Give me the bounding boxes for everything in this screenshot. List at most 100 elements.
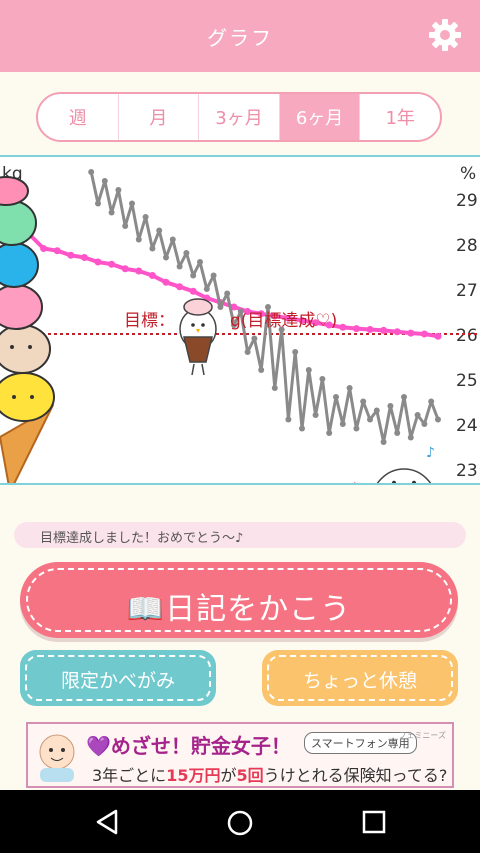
baby-icon <box>39 734 75 782</box>
y-tick-label: 26 <box>456 326 478 346</box>
series-point-1 <box>258 367 265 373</box>
series-point-1 <box>360 398 367 405</box>
app-header: グラフ <box>0 0 480 72</box>
series-point-0 <box>434 332 442 340</box>
series-point-0 <box>176 283 184 291</box>
series-point-1 <box>108 209 115 216</box>
period-tabs: 週 月 3ヶ月 6ヶ月 1年 <box>36 92 442 142</box>
series-point-0 <box>352 325 360 333</box>
series-point-1 <box>333 394 339 400</box>
series-point-1 <box>285 416 292 423</box>
series-point-0 <box>53 247 61 255</box>
write-diary-button[interactable]: 📖日記をかこう <box>20 562 458 638</box>
series-point-1 <box>163 254 169 261</box>
right-unit-label: % <box>460 164 476 184</box>
svg-text:♪: ♪ <box>350 480 359 485</box>
series-point-1 <box>176 263 183 270</box>
series-point-1 <box>135 236 142 243</box>
series-point-1 <box>115 187 122 193</box>
y-tick-label: 28 <box>456 236 478 256</box>
series-point-0 <box>94 258 102 266</box>
series-point-1 <box>339 421 346 427</box>
series-point-1 <box>190 272 197 279</box>
series-point-1 <box>244 349 251 355</box>
series-point-1 <box>407 434 414 441</box>
limited-wallpaper-label: 限定かべがみ <box>60 670 175 692</box>
tab-3months[interactable]: 3ヶ月 <box>199 94 280 140</box>
series-point-0 <box>67 251 75 259</box>
series-point-1 <box>169 236 176 243</box>
series-point-1 <box>387 403 394 409</box>
series-point-1 <box>156 227 163 234</box>
series-line-1 <box>89 171 440 444</box>
series-point-1 <box>203 286 210 292</box>
series-point-0 <box>339 323 347 331</box>
series-point-1 <box>183 250 190 256</box>
series-point-1 <box>367 416 373 423</box>
ad-headline: 💜めざせ！貯金女子！ <box>86 734 291 758</box>
limited-wallpaper-button[interactable]: 限定かべがみ <box>20 650 216 706</box>
tab-month[interactable]: 月 <box>119 94 200 140</box>
series-point-1 <box>88 169 95 175</box>
series-point-1 <box>299 425 305 432</box>
series-point-1 <box>265 304 271 310</box>
series-point-1 <box>224 290 231 297</box>
achievement-message: 目標達成しました！おめでとう～♪ <box>14 522 466 548</box>
series-point-1 <box>210 272 217 279</box>
series-point-0 <box>135 267 143 275</box>
series-point-1 <box>101 178 108 184</box>
write-diary-label: 📖日記をかこう <box>126 592 352 627</box>
series-point-1 <box>129 200 135 207</box>
back-triangle-icon[interactable] <box>92 808 122 836</box>
achievement-text: 目標達成しました！おめでとう～♪ <box>40 531 244 546</box>
tab-6months[interactable]: 6ヶ月 <box>279 94 361 140</box>
y-tick-label: 23 <box>456 461 478 481</box>
series-point-1 <box>380 439 387 445</box>
chart-canvas: kg % 29282726252423 8/169/1610/1611/1512… <box>0 164 480 485</box>
series-point-0 <box>420 330 428 338</box>
take-break-button[interactable]: ちょっと休憩 <box>262 650 458 706</box>
series-point-0 <box>366 326 374 333</box>
series-point-0 <box>40 245 48 252</box>
chicken-sticker <box>179 298 217 376</box>
series-point-1 <box>435 416 441 423</box>
series-point-0 <box>380 326 388 334</box>
series-point-0 <box>148 272 156 279</box>
series-point-1 <box>326 430 333 436</box>
y-tick-label: 24 <box>456 416 478 436</box>
series-point-1 <box>414 412 421 418</box>
series-point-0 <box>393 328 401 336</box>
series-point-1 <box>401 394 407 400</box>
series-point-1 <box>312 412 319 418</box>
gear-icon[interactable] <box>428 18 462 52</box>
series-point-0 <box>121 265 129 273</box>
ad-subline: 3年ごとに15万円が5回うけとれる保険知ってる? <box>92 766 448 785</box>
series-point-1 <box>217 304 224 310</box>
series-point-0 <box>80 254 88 261</box>
bird-sticker: ♪ ♪ ♪ <box>350 445 435 485</box>
svg-text:♪: ♪ <box>426 445 435 461</box>
series-point-1 <box>149 245 156 252</box>
series-point-1 <box>95 200 101 207</box>
series-point-1 <box>394 430 401 436</box>
series-point-0 <box>407 329 415 337</box>
series-point-1 <box>292 349 299 355</box>
series-point-1 <box>373 407 380 414</box>
take-break-label: ちょっと休憩 <box>302 670 417 692</box>
y-tick-label: 27 <box>456 281 478 301</box>
series-point-1 <box>346 385 353 391</box>
ad-banner[interactable]: 💜めざせ！貯金女子！ スマートフォン専用 フェミニーズ 3年ごとに15万円が5回… <box>26 722 454 788</box>
recents-square-icon[interactable] <box>360 808 388 836</box>
home-circle-icon[interactable] <box>225 808 255 838</box>
tab-week[interactable]: 週 <box>38 94 119 140</box>
series-point-1 <box>271 385 278 391</box>
series-point-1 <box>428 398 435 405</box>
series-point-1 <box>251 335 258 342</box>
tab-1year[interactable]: 1年 <box>360 94 440 140</box>
series-point-1 <box>197 259 203 265</box>
series-point-1 <box>353 425 360 432</box>
y-tick-label: 25 <box>456 371 478 391</box>
series-point-0 <box>162 278 170 286</box>
series-point-1 <box>305 367 312 373</box>
series-point-1 <box>122 223 129 229</box>
